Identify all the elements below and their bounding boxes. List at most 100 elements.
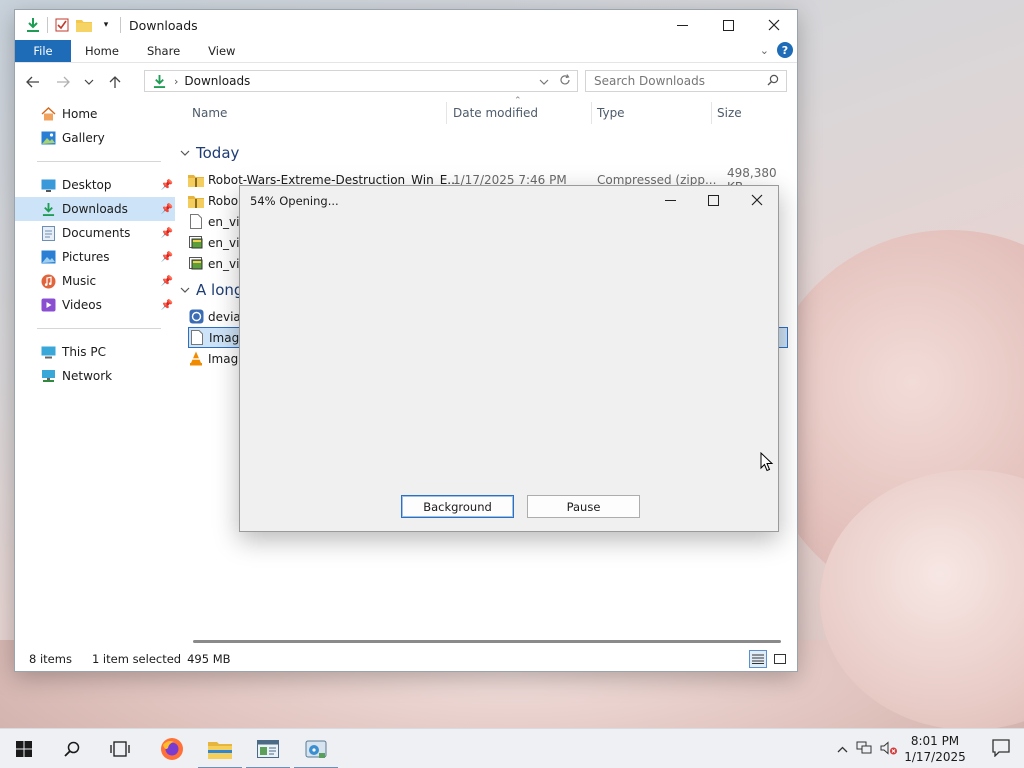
sidebar-item-network[interactable]: Network xyxy=(15,364,175,388)
sidebar-item-label: Gallery xyxy=(62,131,105,145)
selection-count: 1 item selected xyxy=(91,652,182,666)
background-button[interactable]: Background xyxy=(401,495,514,518)
column-divider[interactable] xyxy=(711,102,712,124)
dialog-close-button[interactable] xyxy=(735,186,778,214)
tab-share[interactable]: Share xyxy=(133,40,194,62)
pin-icon[interactable]: 📌 xyxy=(161,252,173,263)
forward-button[interactable] xyxy=(51,70,75,94)
sidebar-item-label: This PC xyxy=(62,345,106,359)
dialog-maximize-button[interactable] xyxy=(692,186,735,214)
firefox-icon[interactable] xyxy=(148,729,196,768)
group-header-today[interactable]: Today xyxy=(180,144,239,162)
group-header-older[interactable]: A long xyxy=(180,281,243,299)
column-header-name[interactable]: Name xyxy=(192,101,227,125)
zip-folder-icon xyxy=(188,172,204,188)
installer-taskbar-icon[interactable] xyxy=(292,729,340,768)
pin-icon[interactable]: 📌 xyxy=(161,276,173,287)
new-folder-icon[interactable] xyxy=(76,17,92,33)
horizontal-scrollbar[interactable] xyxy=(193,640,781,643)
tab-home[interactable]: Home xyxy=(71,40,133,62)
search-box[interactable]: Search Downloads xyxy=(585,70,787,92)
taskbar-clock[interactable]: 8:01 PM 1/17/2025 xyxy=(904,733,966,765)
network-status-icon[interactable] xyxy=(856,741,872,758)
search-button[interactable] xyxy=(48,729,96,768)
search-input[interactable]: Search Downloads xyxy=(594,74,705,88)
recent-locations-button[interactable] xyxy=(77,70,101,94)
pin-icon[interactable]: 📌 xyxy=(161,180,173,191)
column-divider[interactable] xyxy=(591,102,592,124)
pin-icon[interactable]: 📌 xyxy=(161,228,173,239)
help-icon[interactable]: ? xyxy=(777,42,793,58)
show-hidden-icons-chevron-icon[interactable] xyxy=(837,742,848,756)
sidebar-item-documents[interactable]: Documents 📌 xyxy=(15,221,175,245)
navigation-bar: › Downloads Search Downloads xyxy=(15,68,797,96)
download-icon xyxy=(40,201,56,217)
refresh-icon[interactable] xyxy=(559,73,571,89)
window-controls xyxy=(659,10,797,40)
start-button[interactable] xyxy=(0,729,48,768)
large-icons-view-button[interactable] xyxy=(771,650,789,668)
home-icon xyxy=(40,106,56,122)
column-header-type[interactable]: Type xyxy=(597,101,625,125)
task-view-button[interactable] xyxy=(96,729,144,768)
sidebar-item-music[interactable]: Music 📌 xyxy=(15,269,175,293)
sidebar-item-videos[interactable]: Videos 📌 xyxy=(15,293,175,317)
file-name: devia xyxy=(208,309,241,324)
maximize-button[interactable] xyxy=(705,10,751,40)
address-tools xyxy=(539,73,571,89)
sidebar-item-this-pc[interactable]: This PC xyxy=(15,340,175,364)
file-name: en_vi xyxy=(208,256,240,271)
pin-icon[interactable]: 📌 xyxy=(161,300,173,311)
desktop-icon xyxy=(40,177,56,193)
details-view-button[interactable] xyxy=(749,650,767,668)
address-bar[interactable]: › Downloads xyxy=(144,70,578,92)
file-icon xyxy=(188,214,204,230)
status-bar: 8 items 1 item selected 495 MB xyxy=(15,647,797,671)
file-explorer-taskbar-icon[interactable] xyxy=(196,729,244,768)
pin-icon[interactable]: 📌 xyxy=(161,204,173,215)
expand-ribbon-icon[interactable]: ⌄ xyxy=(760,44,769,57)
sidebar-item-label: Documents xyxy=(62,226,131,240)
close-button[interactable] xyxy=(751,10,797,40)
network-icon xyxy=(40,368,56,384)
chevron-down-icon xyxy=(180,148,190,159)
up-button[interactable] xyxy=(103,70,127,94)
title-bar[interactable]: ▾ Downloads xyxy=(15,10,797,40)
sidebar-item-pictures[interactable]: Pictures 📌 xyxy=(15,245,175,269)
sidebar-item-gallery[interactable]: Gallery xyxy=(15,126,175,150)
file-name: en_vi xyxy=(208,214,240,229)
column-divider[interactable] xyxy=(446,102,447,124)
vlc-icon xyxy=(188,351,204,367)
mouse-pointer-icon xyxy=(760,451,774,475)
group-label: Today xyxy=(196,144,240,162)
tab-view[interactable]: View xyxy=(194,40,249,62)
pause-button[interactable]: Pause xyxy=(527,495,640,518)
sidebar-item-desktop[interactable]: Desktop 📌 xyxy=(15,173,175,197)
app-window-taskbar-icon[interactable] xyxy=(244,729,292,768)
system-tray xyxy=(837,729,898,768)
customize-toolbar-icon[interactable]: ▾ xyxy=(98,17,114,33)
music-icon xyxy=(40,273,56,289)
notification-center-icon[interactable] xyxy=(992,739,1010,760)
column-header-size[interactable]: Size xyxy=(717,101,742,125)
tab-file[interactable]: File xyxy=(15,40,71,62)
column-header-date[interactable]: Date modified xyxy=(453,101,538,125)
sidebar-item-home[interactable]: Home xyxy=(15,102,175,126)
properties-check-icon[interactable] xyxy=(54,17,70,33)
volume-muted-icon[interactable] xyxy=(880,740,898,758)
breadcrumb[interactable]: Downloads xyxy=(184,74,250,88)
address-dropdown-icon[interactable] xyxy=(539,74,549,89)
file-name: Robo xyxy=(208,193,239,208)
sidebar-divider xyxy=(37,328,161,329)
taskbar: 8:01 PM 1/17/2025 xyxy=(0,728,1024,768)
dialog-minimize-button[interactable] xyxy=(649,186,692,214)
search-icon xyxy=(767,74,779,89)
opening-progress-dialog: 54% Opening... Background Pause xyxy=(239,185,779,532)
clock-date: 1/17/2025 xyxy=(904,750,966,764)
minimize-button[interactable] xyxy=(659,10,705,40)
sidebar-item-label: Music xyxy=(62,274,97,288)
toolbar-divider xyxy=(120,17,121,33)
sidebar-divider xyxy=(37,161,161,162)
back-button[interactable] xyxy=(21,70,45,94)
sidebar-item-downloads[interactable]: Downloads 📌 xyxy=(15,197,175,221)
